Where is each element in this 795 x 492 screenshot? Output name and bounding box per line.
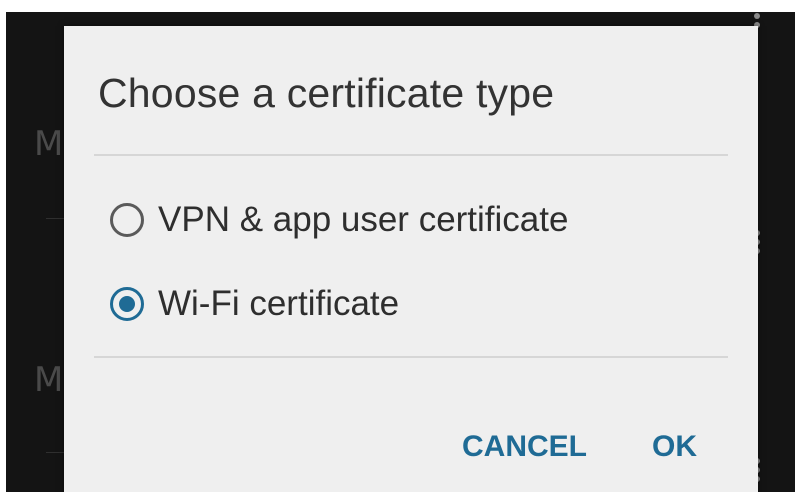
divider	[94, 154, 728, 156]
option-label: VPN & app user certificate	[158, 200, 569, 239]
background-divider	[46, 452, 66, 453]
option-label: Wi-Fi certificate	[158, 284, 400, 323]
ok-button[interactable]: OK	[652, 430, 697, 464]
background-list-letter: M	[34, 360, 64, 400]
radio-checked-icon[interactable]	[110, 287, 144, 321]
option-vpn-app-user-certificate[interactable]: VPN & app user certificate	[110, 192, 568, 248]
certificate-type-dialog: Choose a certificate type VPN & app user…	[64, 26, 758, 492]
option-wifi-certificate[interactable]: Wi-Fi certificate	[110, 276, 399, 332]
background-screen: M M Choose a certificate type VPN & app …	[6, 12, 795, 492]
dialog-title: Choose a certificate type	[98, 70, 555, 116]
background-list-letter: M	[34, 124, 64, 164]
cancel-button[interactable]: CANCEL	[462, 430, 587, 464]
divider	[94, 356, 728, 358]
radio-unchecked-icon[interactable]	[110, 203, 144, 237]
background-divider	[46, 218, 66, 219]
